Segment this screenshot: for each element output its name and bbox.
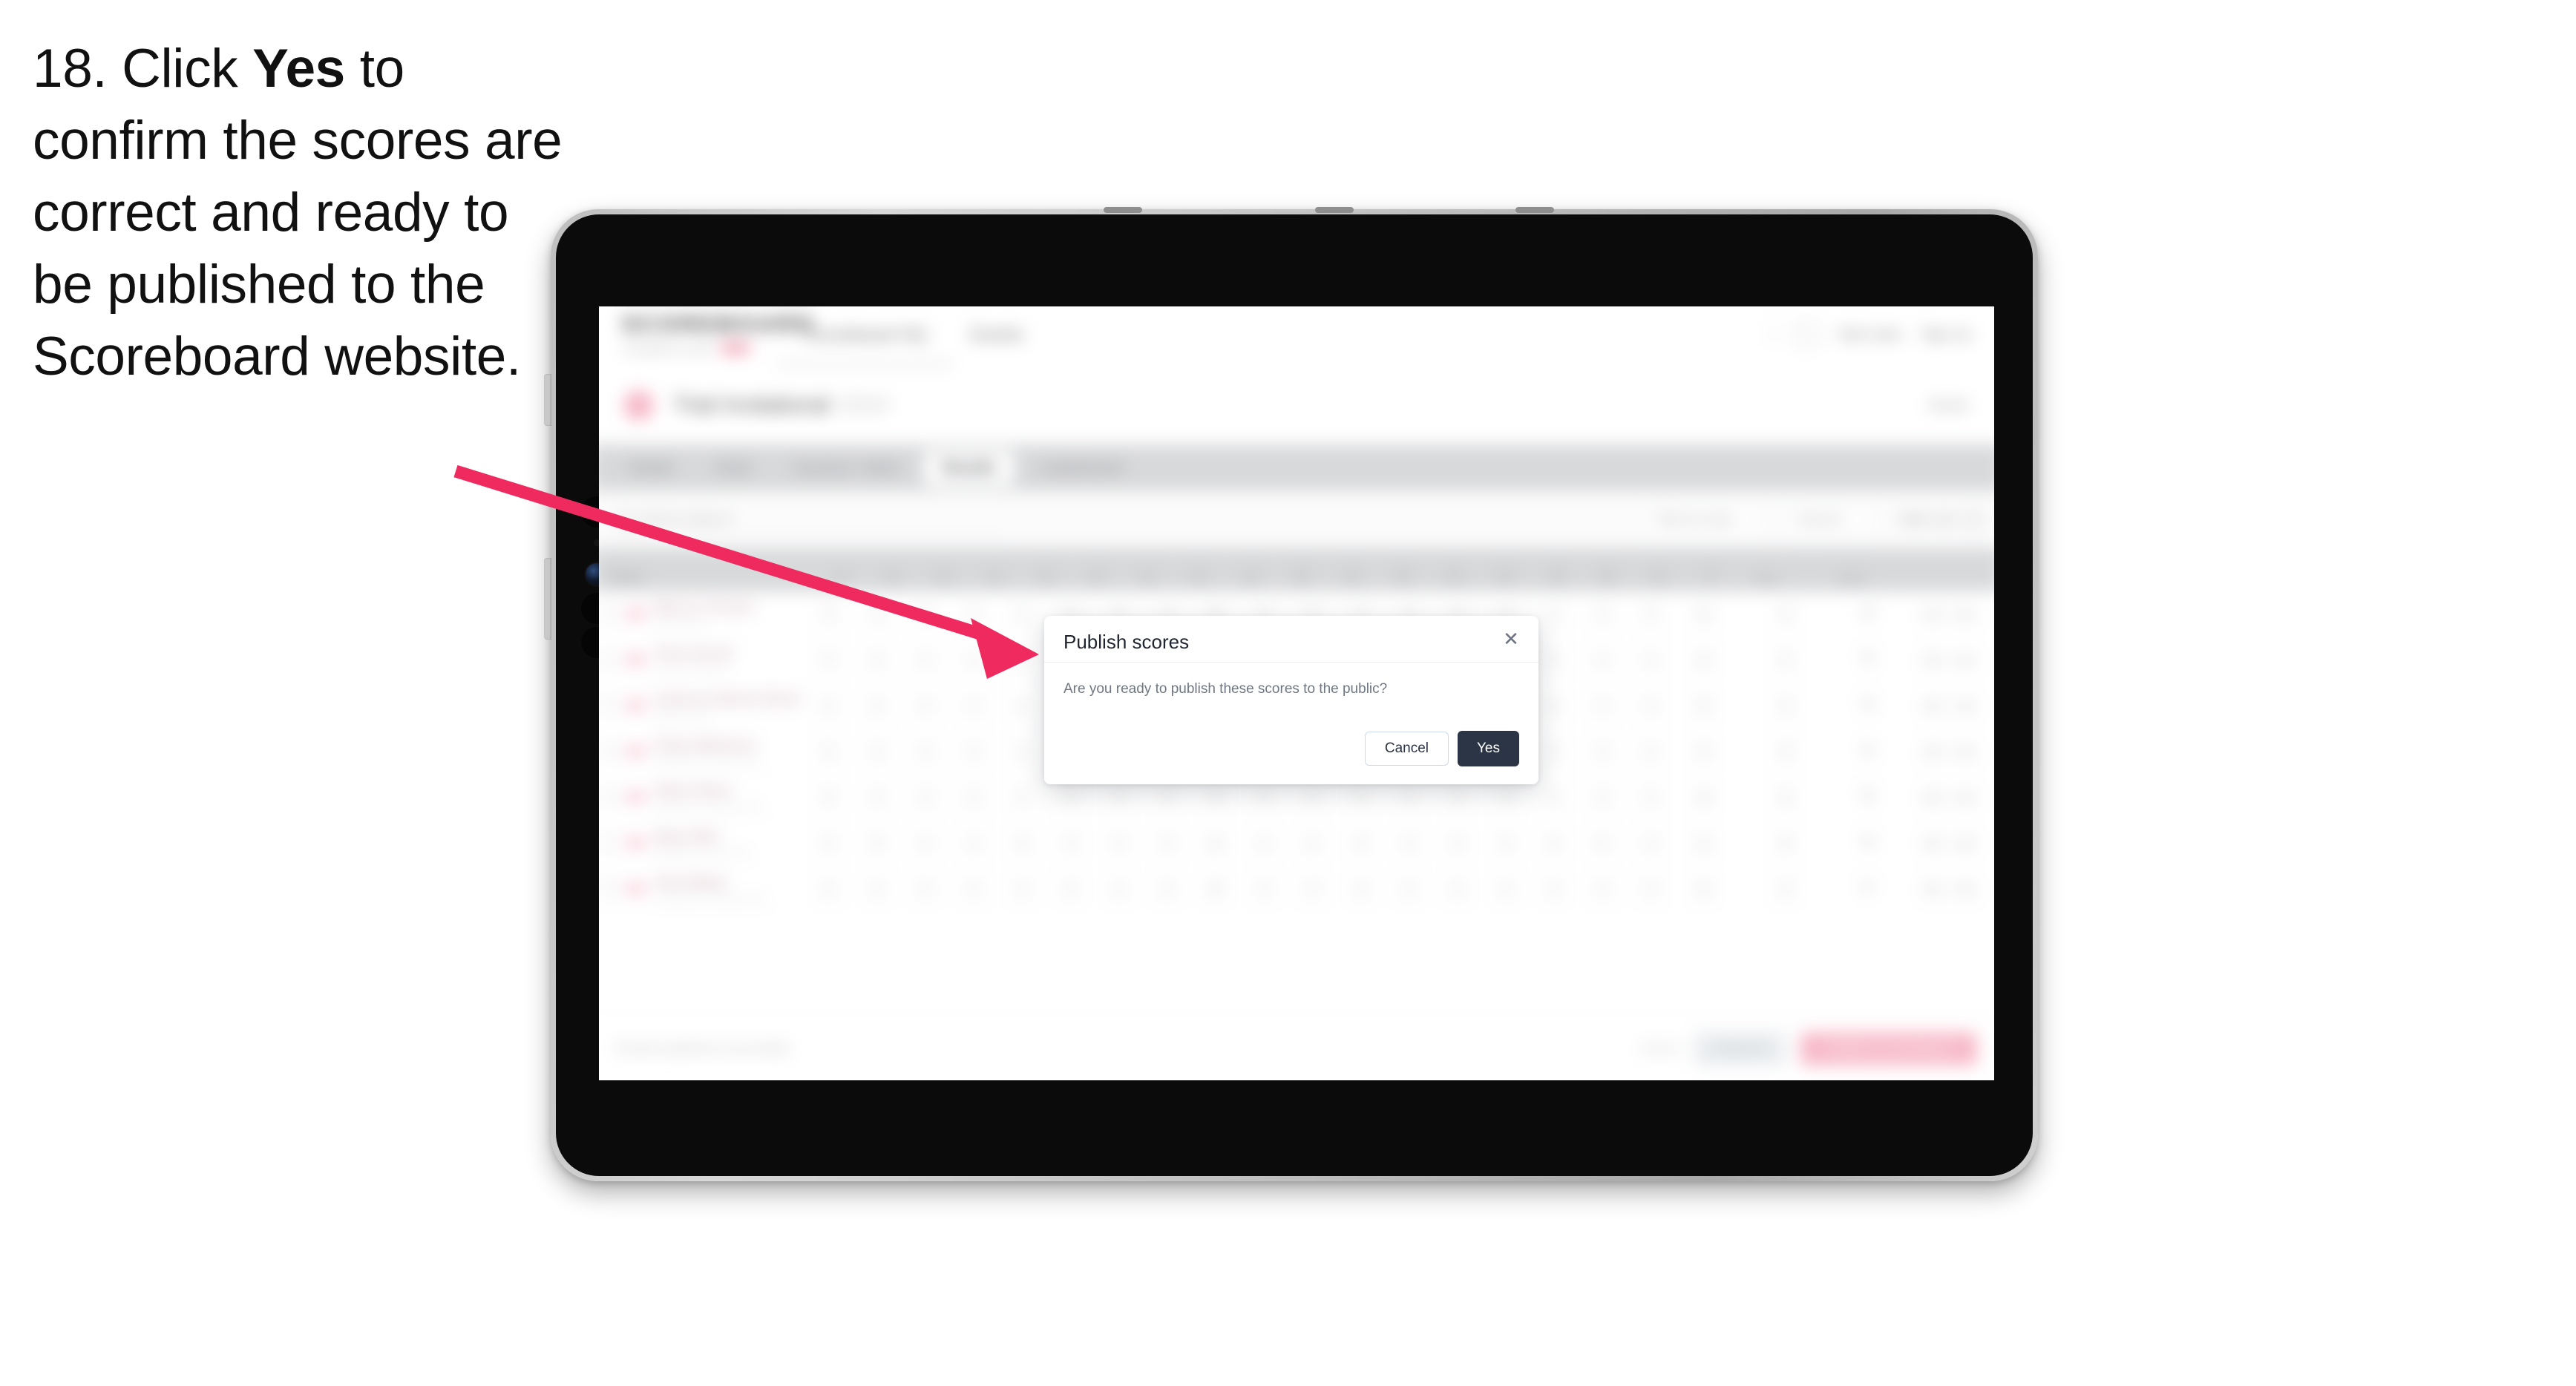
dialog-header: Publish scores ✕ (1044, 616, 1538, 663)
tablet-volume-button[interactable] (544, 558, 551, 640)
dialog-footer: Cancel Yes (1364, 731, 1519, 766)
dialog-body: Are you ready to publish these scores to… (1044, 663, 1538, 699)
step-number: 18. (33, 39, 108, 99)
close-icon[interactable]: ✕ (1501, 629, 1521, 648)
tablet-top-slot (1104, 207, 1142, 213)
caption-text-before: Click (122, 39, 253, 99)
tablet-top-slot (1515, 207, 1554, 213)
dialog-message: Are you ready to publish these scores to… (1063, 681, 1388, 697)
app-screen: SCOREBOARD Competition results LIVE Scor… (599, 306, 1994, 1080)
modal-layer: Publish scores ✕ Are you ready to publis… (599, 306, 1994, 1080)
caption-bold-yes: Yes (252, 39, 345, 99)
publish-scores-dialog: Publish scores ✕ Are you ready to publis… (1044, 616, 1538, 784)
tablet-top-slot (1315, 207, 1354, 213)
yes-button[interactable]: Yes (1458, 731, 1519, 766)
cancel-button[interactable]: Cancel (1364, 732, 1449, 766)
instruction-caption: 18. Click Yes to confirm the scores are … (33, 33, 574, 393)
tablet-side-button[interactable] (544, 374, 551, 426)
dialog-title: Publish scores (1063, 631, 1190, 653)
